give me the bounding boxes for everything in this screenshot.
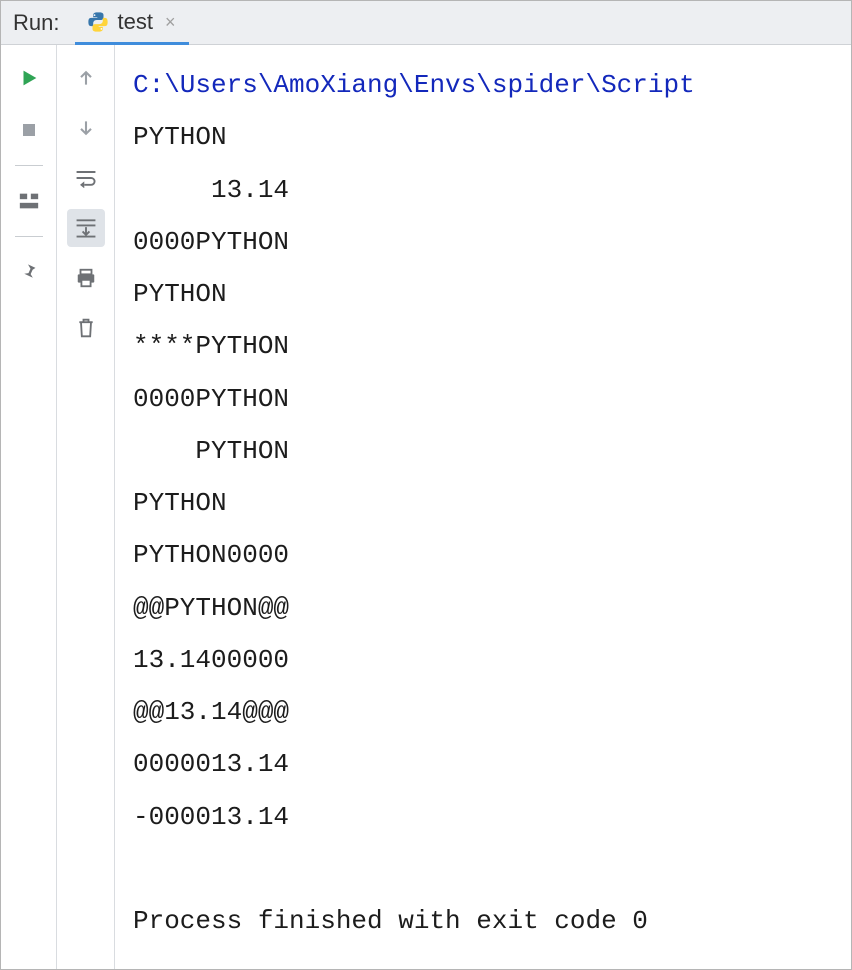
output-line: 13.1400000 <box>133 645 289 675</box>
output-line: PYTHON <box>133 279 227 309</box>
output-line: PYTHON <box>133 488 227 518</box>
console-output[interactable]: C:\Users\AmoXiang\Envs\spider\Script PYT… <box>115 45 851 969</box>
output-line: 0000PYTHON <box>133 227 289 257</box>
up-button[interactable] <box>67 59 105 97</box>
left-gutter <box>1 45 57 969</box>
right-gutter <box>57 45 115 969</box>
down-button[interactable] <box>67 109 105 147</box>
run-label: Run: <box>1 10 75 36</box>
exit-line: Process finished with exit code 0 <box>133 906 648 936</box>
run-config-tab[interactable]: test × <box>75 1 189 45</box>
stop-button[interactable] <box>10 111 48 149</box>
layout-button[interactable] <box>10 182 48 220</box>
clear-all-button[interactable] <box>67 309 105 347</box>
pin-button[interactable] <box>10 253 48 291</box>
tab-title: test <box>117 9 152 35</box>
output-line: 0000PYTHON <box>133 384 289 414</box>
output-line: @@PYTHON@@ <box>133 593 289 623</box>
run-tool-header: Run: test × <box>1 1 851 45</box>
print-button[interactable] <box>67 259 105 297</box>
output-line: PYTHON <box>133 436 289 466</box>
close-tab-button[interactable]: × <box>161 13 176 31</box>
output-line: ****PYTHON <box>133 331 289 361</box>
separator <box>15 236 43 237</box>
output-line: PYTHON <box>133 122 227 152</box>
output-line: @@13.14@@@ <box>133 697 289 727</box>
output-line: PYTHON0000 <box>133 540 289 570</box>
soft-wrap-button[interactable] <box>67 159 105 197</box>
rerun-button[interactable] <box>10 59 48 97</box>
scroll-to-end-button[interactable] <box>67 209 105 247</box>
output-line: 0000013.14 <box>133 749 289 779</box>
command-line: C:\Users\AmoXiang\Envs\spider\Script <box>133 70 695 100</box>
output-line: 13.14 <box>133 175 289 205</box>
python-file-icon <box>87 11 109 33</box>
separator <box>15 165 43 166</box>
output-line: -000013.14 <box>133 802 289 832</box>
run-tool-body: C:\Users\AmoXiang\Envs\spider\Script PYT… <box>1 45 851 969</box>
